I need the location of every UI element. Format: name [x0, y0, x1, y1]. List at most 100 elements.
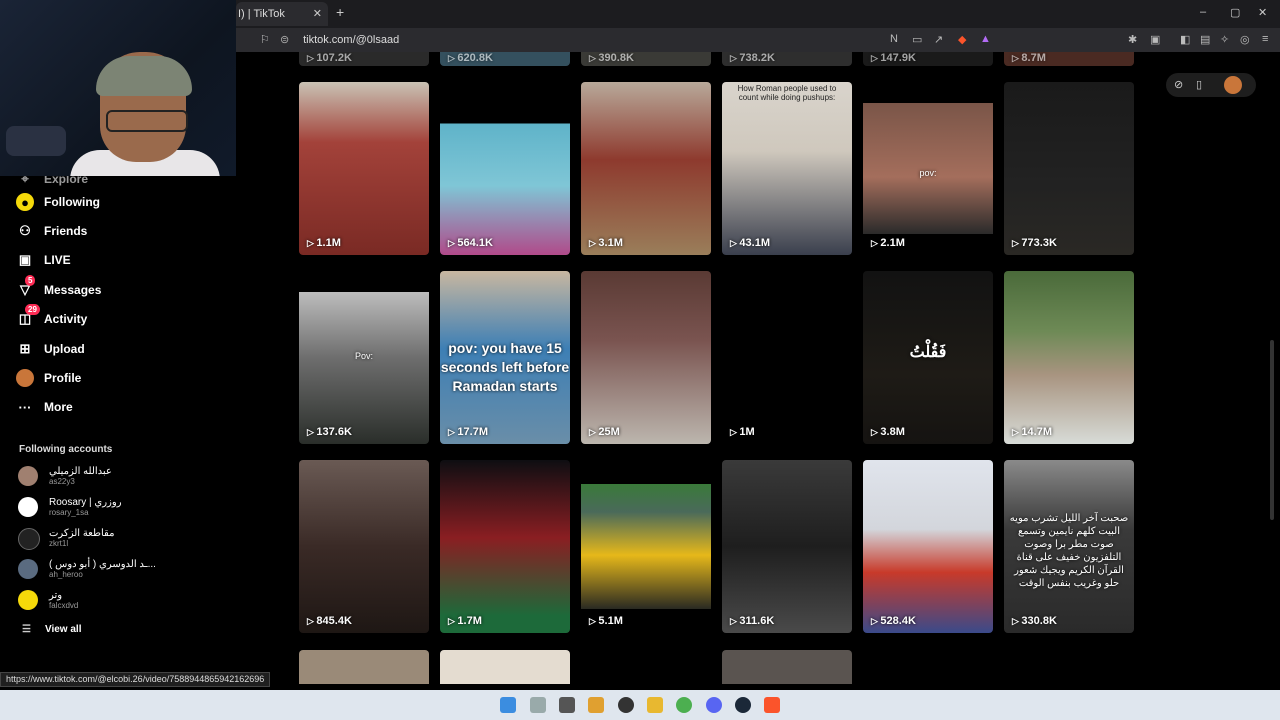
brave-shield-icon[interactable]: ◆ [958, 33, 966, 46]
profile-avatar-icon[interactable] [1224, 76, 1242, 94]
following-account[interactable]: مقاطعة الزكرت zkrt1l [18, 524, 218, 552]
video-tile[interactable]: Pov: 137.6K [299, 271, 429, 444]
avatar [18, 466, 38, 486]
video-tile[interactable]: 1.7M [440, 460, 570, 633]
messages-badge: 5 [25, 275, 36, 286]
more-icon: ··· [18, 399, 32, 415]
following-account[interactable]: وتر falcxdvd [18, 586, 218, 614]
window-close-button[interactable]: ✕ [1258, 6, 1267, 19]
taskbar [0, 690, 1280, 720]
rewards-icon[interactable]: ▲ [980, 33, 991, 45]
video-tile[interactable]: 564.1K [440, 82, 570, 255]
new-tab-button[interactable]: + [336, 4, 344, 20]
microphone [6, 126, 66, 156]
following-accounts-title: Following accounts [19, 444, 113, 455]
video-tile[interactable]: 845.4K [299, 460, 429, 633]
leo-ai-icon[interactable]: ✧ [1220, 33, 1229, 46]
translate-icon[interactable]: N [890, 33, 898, 45]
tab-title: I) | TikTok [238, 8, 285, 20]
avatar [18, 559, 38, 579]
bookmark-icon[interactable]: ⚐ [260, 33, 270, 46]
chrome-icon[interactable] [676, 697, 692, 713]
video-tile[interactable]: pov: you have 15 seconds left before Ram… [440, 271, 570, 444]
video-grid: 107.2K 620.8K 390.8K 738.2K 147.9K 8.7M … [236, 52, 1280, 684]
video-tile[interactable] [440, 650, 570, 684]
video-tile[interactable] [299, 650, 429, 684]
video-tile[interactable]: 311.6K [722, 460, 852, 633]
widgets-icon[interactable] [588, 697, 604, 713]
sidebar-item-messages[interactable]: ▽ 5 Messages [16, 275, 101, 301]
video-tile[interactable]: 1.1M [299, 82, 429, 255]
video-tile[interactable]: 390.8K [581, 52, 711, 66]
live-icon: ▣ [18, 252, 32, 267]
obs-icon[interactable] [618, 697, 634, 713]
search-icon[interactable] [530, 697, 546, 713]
video-tile[interactable]: 107.2K [299, 52, 429, 66]
share-icon[interactable]: ↗ [934, 33, 943, 46]
sidebar-toggle-icon[interactable]: ◧ [1180, 33, 1190, 46]
discord-icon[interactable] [706, 697, 722, 713]
status-link-preview: https://www.tiktok.com/@elcobi.26/video/… [0, 672, 271, 687]
video-tile[interactable]: 1M [722, 271, 852, 444]
device-icon[interactable]: ▯ [1196, 78, 1202, 91]
video-tile[interactable] [722, 650, 852, 684]
video-tile[interactable]: صحبت آخر الليل تشرب مويه البيت كلهم نايم… [1004, 460, 1134, 633]
activity-badge: 29 [25, 304, 40, 315]
tab-close-icon[interactable]: ✕ [313, 2, 322, 26]
video-tile[interactable]: 5.1M [581, 460, 711, 633]
video-tile[interactable]: فَقُلْتُ 3.8M [863, 271, 993, 444]
maximize-button[interactable]: ▢ [1230, 6, 1240, 19]
video-tile[interactable]: 25M [581, 271, 711, 444]
video-tile[interactable]: 528.4K [863, 460, 993, 633]
messages-icon: ▽ 5 [16, 275, 36, 299]
minimize-button[interactable]: – [1200, 6, 1206, 18]
following-icon: ● [16, 193, 34, 211]
extensions-icon[interactable]: ✱ [1128, 33, 1137, 46]
upload-icon: ⊞ [19, 341, 31, 356]
video-tile[interactable]: 773.3K [1004, 82, 1134, 255]
avatar [18, 528, 40, 550]
webcam-overlay [0, 0, 236, 176]
following-account[interactable]: عبدالله الزميلي as22y3 [18, 462, 218, 490]
following-account[interactable]: Roosary | روزري rosary_1sa [18, 493, 218, 521]
sidebar-item-friends[interactable]: ⚇ Friends [16, 220, 87, 242]
video-tile[interactable]: 147.9K [863, 52, 993, 66]
sidebar-item-more[interactable]: ··· More [16, 396, 73, 418]
activity-icon: ◫ 29 [16, 304, 40, 328]
video-tile[interactable]: 738.2K [722, 52, 852, 66]
avatar [18, 590, 38, 610]
compass-icon[interactable]: ⊘ [1174, 78, 1183, 91]
floating-controls: ⊘ ▯ [1166, 73, 1256, 97]
file-explorer-icon[interactable] [647, 697, 663, 713]
sidebar-item-live[interactable]: ▣ LIVE [16, 249, 71, 271]
video-tile[interactable]: 620.8K [440, 52, 570, 66]
vpn-icon[interactable]: ◎ [1240, 33, 1250, 46]
brave-icon[interactable] [764, 697, 780, 713]
url-text: tiktok.com/@0lsaad [303, 34, 400, 46]
video-tile[interactable]: 14.7M [1004, 271, 1134, 444]
friends-icon: ⚇ [19, 223, 31, 238]
video-tile[interactable]: 8.7M [1004, 52, 1134, 66]
view-all-link[interactable]: ☰ View all [22, 624, 81, 635]
profile-icon [16, 369, 34, 387]
sidebar-item-activity[interactable]: ◫ 29 Activity [16, 304, 87, 330]
sidebar-item-profile[interactable]: Profile [16, 367, 81, 389]
video-tile[interactable]: pov: 2.1M [863, 82, 993, 255]
media-icon[interactable]: ▣ [1150, 33, 1160, 46]
task-view-icon[interactable] [559, 697, 575, 713]
steam-icon[interactable] [735, 697, 751, 713]
menu-icon[interactable]: ≡ [1262, 33, 1268, 45]
following-account[interactable]: ـد الدوسري ( أبو دوس )... ah_heroo [18, 555, 218, 583]
cast-icon[interactable]: ▭ [912, 33, 922, 46]
scrollbar[interactable] [1270, 340, 1274, 520]
video-tile[interactable]: 3.1M [581, 82, 711, 255]
sidebar-item-following[interactable]: ● Following [16, 191, 100, 213]
avatar [18, 497, 38, 517]
browser-tab[interactable]: I) | TikTok ✕ [236, 2, 328, 26]
start-icon[interactable] [500, 697, 516, 713]
sidebar-item-upload[interactable]: ⊞ Upload [16, 338, 85, 360]
site-info-icon[interactable]: ⊜ [280, 30, 290, 50]
list-icon: ☰ [22, 624, 31, 635]
wallet-icon[interactable]: ▤ [1200, 33, 1210, 46]
video-tile[interactable]: How Roman people used to count while doi… [722, 82, 852, 255]
